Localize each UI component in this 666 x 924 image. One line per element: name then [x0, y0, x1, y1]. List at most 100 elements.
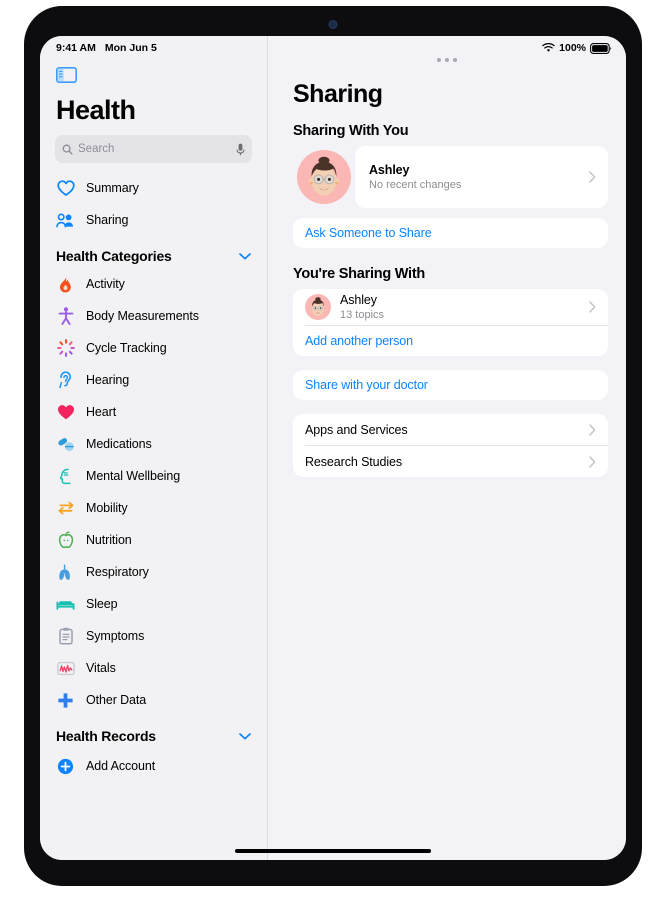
sidebar: 9:41 AM Mon Jun 5 Health Search Summary … — [40, 36, 268, 860]
status-time: 9:41 AM — [56, 42, 96, 54]
wifi-icon — [542, 43, 555, 52]
row-label: Apps and Services — [305, 422, 408, 437]
chevron-right-icon[interactable] — [589, 423, 596, 436]
search-placeholder: Search — [78, 143, 115, 155]
sidebar-item-hearing[interactable]: Hearing — [40, 364, 267, 396]
section-title-youre-sharing-with: You're Sharing With — [293, 266, 426, 282]
chevron-down-icon[interactable] — [239, 732, 251, 740]
sidebar-item-label: Mental Wellbeing — [86, 469, 181, 483]
section-title: Health Records — [56, 728, 156, 744]
front-camera-icon — [328, 20, 338, 29]
add-another-person-row[interactable]: Add another person — [293, 326, 608, 356]
battery-full-icon — [590, 42, 612, 54]
sidebar-item-sharing[interactable]: Sharing — [40, 204, 267, 236]
sidebar-item-heart[interactable]: Heart — [40, 396, 267, 428]
chevron-right-icon[interactable] — [589, 171, 596, 183]
research-studies-row[interactable]: Research Studies — [293, 446, 608, 477]
status-bar-left: 9:41 AM Mon Jun 5 — [40, 36, 267, 58]
sidebar-item-other-data[interactable]: Other Data — [40, 684, 267, 716]
add-another-person-link[interactable]: Add another person — [305, 334, 413, 348]
status-date: Mon Jun 5 — [104, 42, 157, 54]
chevron-right-icon[interactable] — [589, 455, 596, 468]
sidebar-item-body-measurements[interactable]: Body Measurements — [40, 300, 267, 332]
microphone-icon[interactable] — [236, 143, 245, 156]
sidebar-item-vitals[interactable]: Vitals — [40, 652, 267, 684]
clipboard-icon — [56, 627, 75, 646]
more-options-card: Apps and Services Research Studies — [293, 414, 608, 477]
ask-someone-to-share-link[interactable]: Ask Someone to Share — [305, 226, 432, 240]
screen: 9:41 AM Mon Jun 5 Health Search Summary … — [40, 36, 626, 860]
share-with-doctor-card[interactable]: Share with your doctor — [293, 370, 608, 400]
sidebar-item-summary[interactable]: Summary — [40, 172, 267, 204]
sidebar-item-label: Heart — [86, 405, 117, 419]
row-label: Research Studies — [305, 454, 403, 469]
ipad-device: 9:41 AM Mon Jun 5 Health Search Summary … — [24, 6, 642, 886]
search-input[interactable]: Search — [55, 135, 252, 163]
sidebar-item-activity[interactable]: Activity — [40, 268, 267, 300]
pills-icon — [56, 435, 75, 454]
person-name: Ashley — [340, 293, 377, 307]
sidebar-item-label: Vitals — [86, 661, 116, 675]
person-name: Ashley — [369, 163, 410, 177]
share-with-doctor-link[interactable]: Share with your doctor — [305, 378, 428, 392]
main-content: 100% Sharing Sharing With You Ashley No … — [268, 36, 626, 860]
sidebar-item-cycle-tracking[interactable]: Cycle Tracking — [40, 332, 267, 364]
sidebar-item-mobility[interactable]: Mobility — [40, 492, 267, 524]
sidebar-item-label: Summary — [86, 181, 139, 195]
sidebar-item-symptoms[interactable]: Symptoms — [40, 620, 267, 652]
plus-cross-icon — [56, 691, 75, 710]
sidebar-item-label: Nutrition — [86, 533, 132, 547]
ear-icon — [56, 371, 75, 390]
heart-outline-icon — [56, 179, 75, 198]
section-title: Health Categories — [56, 248, 172, 264]
apps-and-services-row[interactable]: Apps and Services — [293, 414, 608, 445]
chevron-right-icon[interactable] — [589, 301, 596, 313]
flame-icon — [56, 275, 75, 294]
sidebar-item-label: Symptoms — [86, 629, 145, 643]
sidebar-item-medications[interactable]: Medications — [40, 428, 267, 460]
plus-circle-icon — [56, 757, 75, 776]
sidebar-item-label: Sharing — [86, 213, 129, 227]
sidebar-item-label: Medications — [86, 437, 152, 451]
sharing-with-you-card[interactable]: Ashley No recent changes — [293, 146, 608, 208]
sidebar-item-respiratory[interactable]: Respiratory — [40, 556, 267, 588]
cycle-burst-icon — [56, 339, 75, 358]
health-records-header[interactable]: Health Records — [40, 716, 267, 748]
sidebar-item-nutrition[interactable]: Nutrition — [40, 524, 267, 556]
sidebar-toggle-button[interactable] — [40, 58, 267, 88]
ask-someone-to-share-card[interactable]: Ask Someone to Share — [293, 218, 608, 248]
sidebar-item-label: Body Measurements — [86, 309, 199, 323]
sidebar-item-label: Respiratory — [86, 565, 149, 579]
person-subtitle: 13 topics — [340, 309, 385, 321]
youre-sharing-with-card: Ashley 13 topics Add another person — [293, 289, 608, 356]
memoji-avatar — [305, 294, 331, 320]
sidebar-item-label: Hearing — [86, 373, 130, 387]
apple-icon — [56, 531, 75, 550]
sidebar-item-label: Mobility — [86, 501, 128, 515]
health-categories-header[interactable]: Health Categories — [40, 236, 267, 268]
memoji-avatar — [297, 150, 351, 204]
people-icon — [56, 211, 75, 230]
window-grabber-icon[interactable] — [437, 58, 457, 62]
sidebar-item-label: Cycle Tracking — [86, 341, 167, 355]
lungs-icon — [56, 563, 75, 582]
battery-percent: 100% — [559, 42, 586, 54]
status-bar-right: 100% — [268, 36, 626, 58]
person-subtitle: No recent changes — [369, 179, 462, 191]
bed-icon — [56, 595, 75, 614]
chevron-down-icon[interactable] — [239, 252, 251, 260]
sidebar-item-label: Add Account — [86, 759, 156, 773]
heart-filled-icon — [56, 403, 75, 422]
body-figure-icon — [56, 307, 75, 326]
shared-person-row[interactable]: Ashley 13 topics — [293, 289, 608, 325]
sidebar-item-mental-wellbeing[interactable]: Mental Wellbeing — [40, 460, 267, 492]
home-indicator[interactable] — [235, 849, 431, 853]
sidebar-item-sleep[interactable]: Sleep — [40, 588, 267, 620]
sidebar-item-add-account[interactable]: Add Account — [40, 750, 267, 782]
sidebar-item-label: Sleep — [86, 597, 118, 611]
sidebar-item-label: Activity — [86, 277, 125, 291]
mobility-arrows-icon — [56, 499, 75, 518]
app-title: Health — [56, 95, 136, 125]
sidebar-toggle-icon — [56, 67, 77, 83]
search-icon — [62, 144, 73, 155]
